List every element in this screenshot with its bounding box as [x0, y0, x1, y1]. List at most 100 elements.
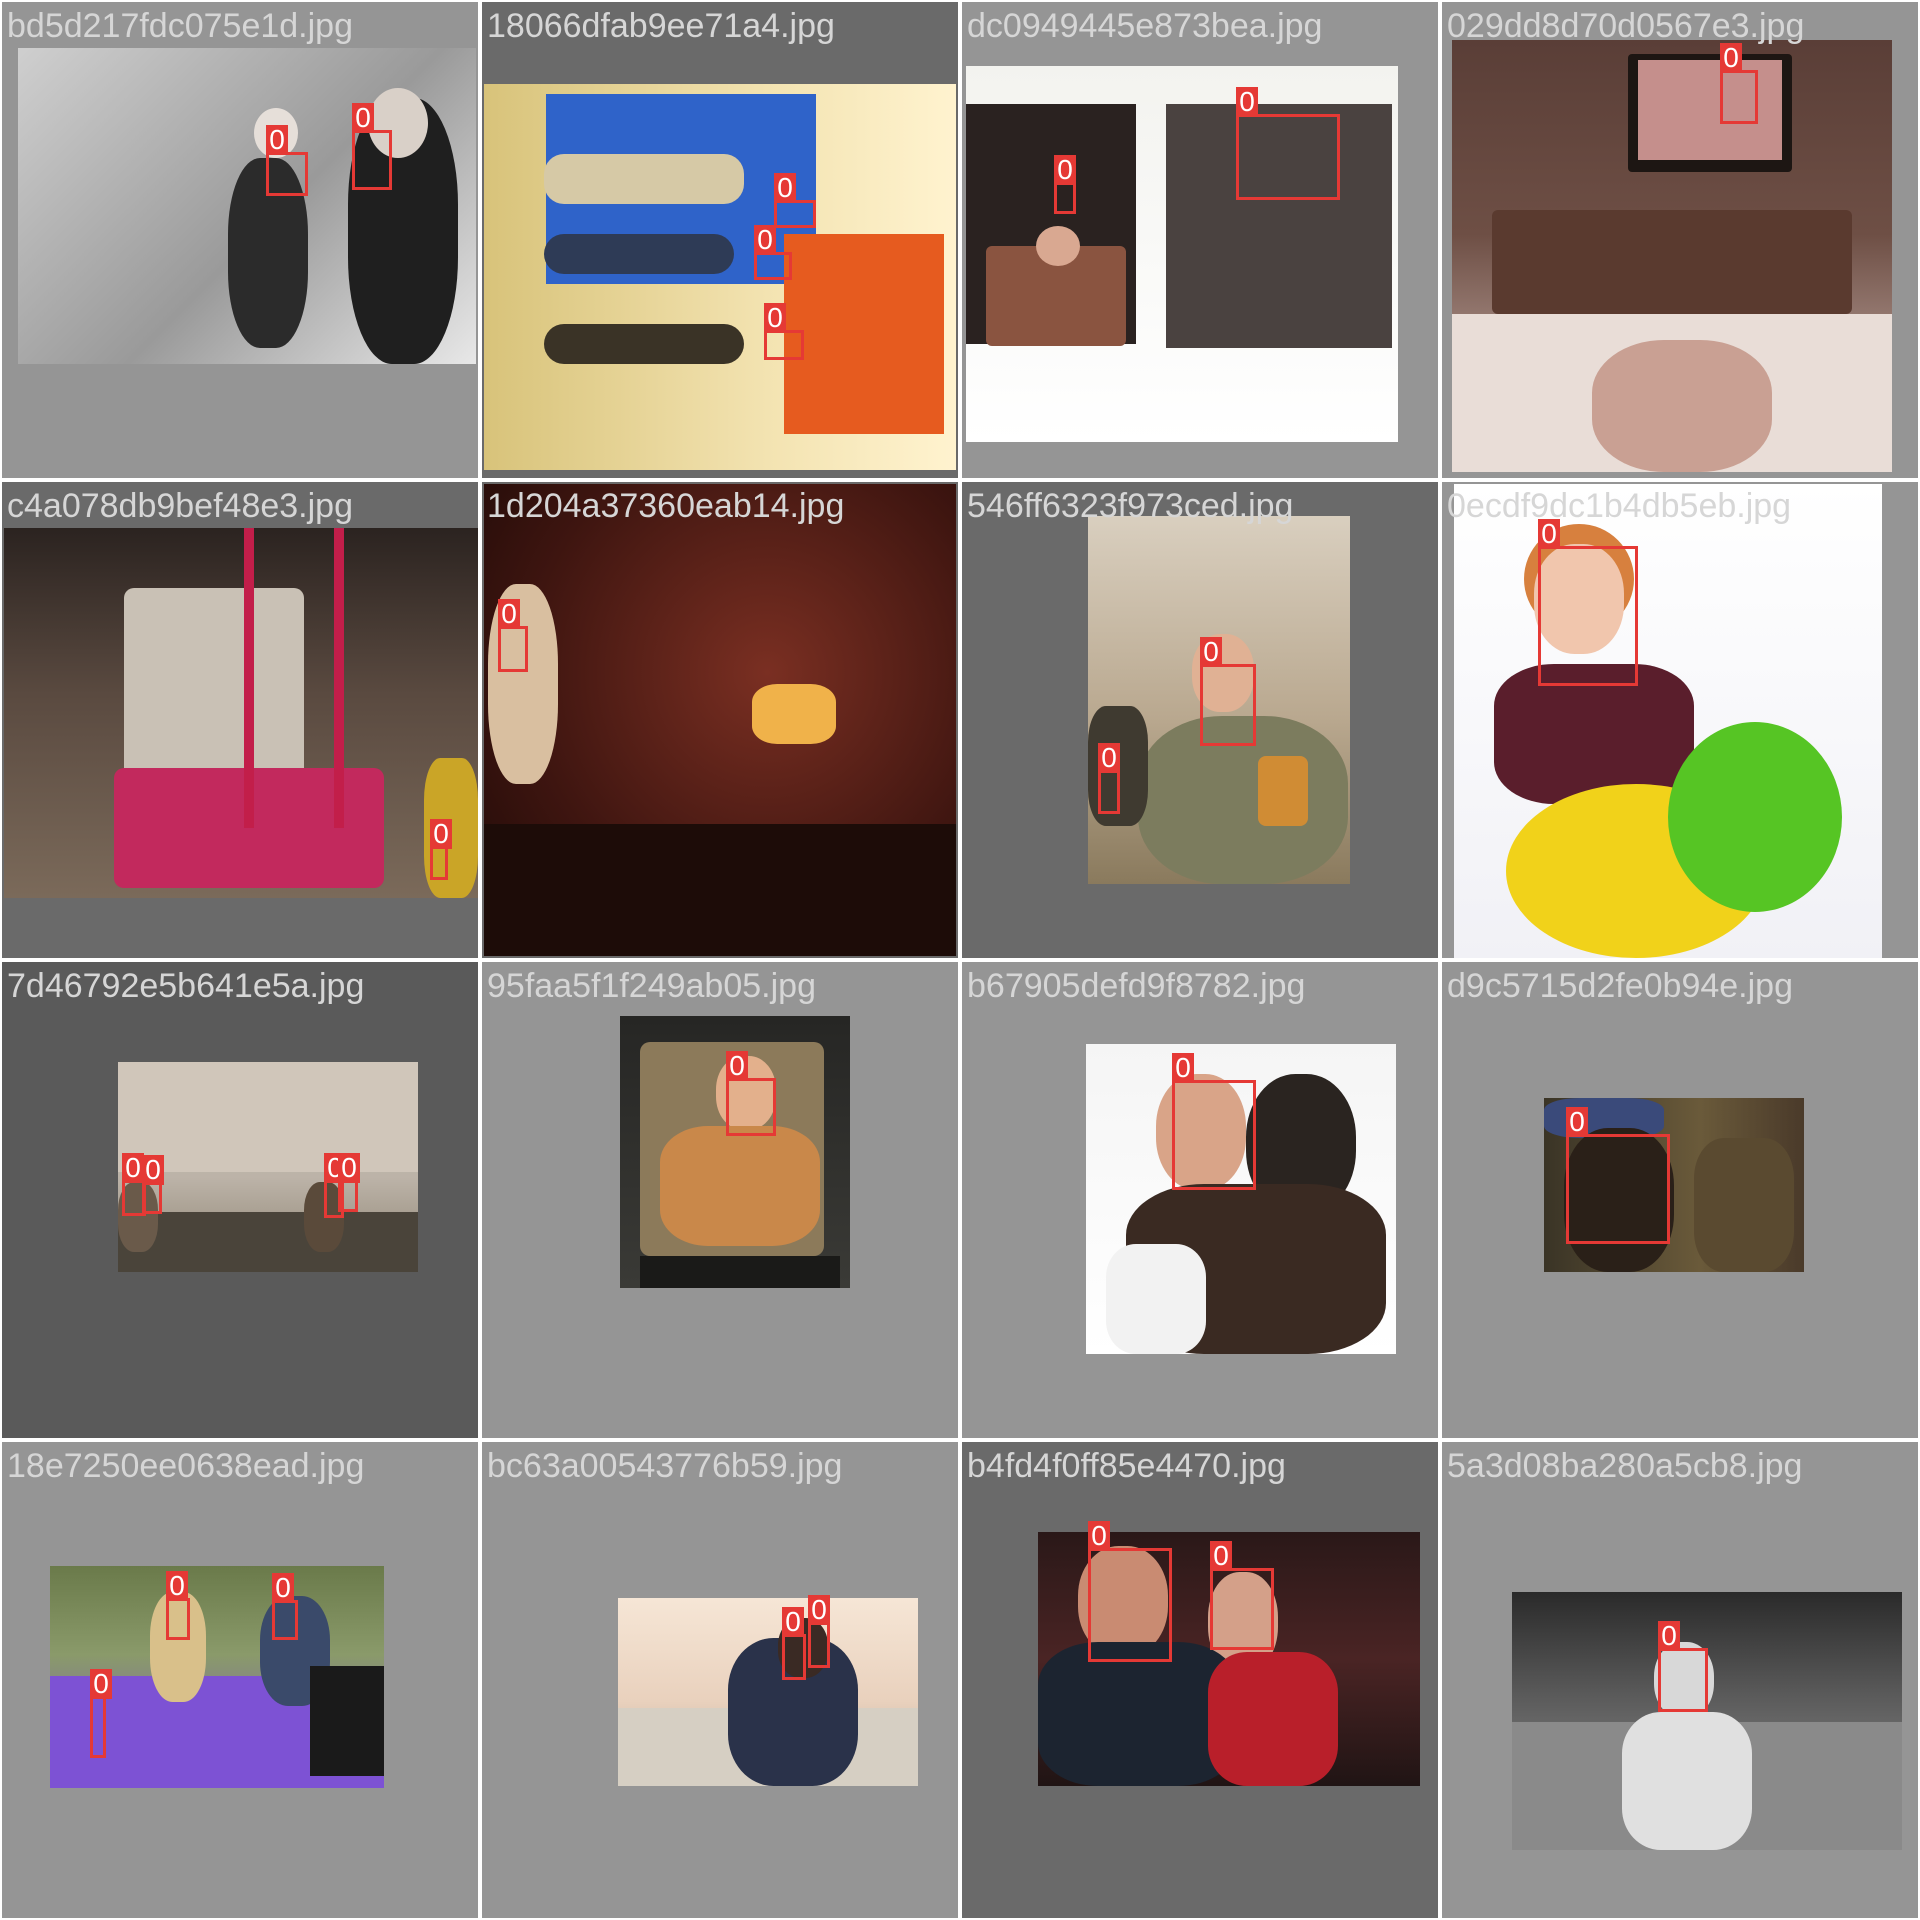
filename-label: bd5d217fdc075e1d.jpg — [7, 7, 353, 45]
class-label-badge: 0 — [430, 819, 452, 849]
image-tile: 0 0 bd5d217fdc075e1d.jpg — [2, 2, 478, 478]
photo-shape — [334, 528, 344, 828]
face-bounding-box: 0 — [1538, 519, 1638, 686]
class-label-badge: 0 — [1098, 743, 1120, 773]
photo-shape — [1036, 226, 1080, 266]
class-label-badge: 0 — [272, 1573, 294, 1603]
face-bounding-box: 0 — [1088, 1521, 1172, 1662]
class-label-badge: 0 — [726, 1051, 748, 1081]
face-bounding-box: 0 — [808, 1595, 830, 1668]
image-mosaic-grid: 0 0 bd5d217fdc075e1d.jpg 0 0 0 18066dfab9ee71a… — [0, 0, 1920, 1920]
face-bounding-box: 0 — [764, 303, 804, 360]
class-label-badge: 0 — [142, 1155, 164, 1185]
face-bounding-box: 0 — [430, 819, 452, 880]
photo — [618, 1598, 918, 1786]
class-label-badge: 0 — [782, 1607, 804, 1637]
class-label-badge: 0 — [1172, 1053, 1194, 1083]
face-bounding-box: 0 — [754, 225, 792, 280]
photo — [1512, 1592, 1902, 1850]
photo — [484, 84, 956, 470]
class-label-badge: 0 — [808, 1595, 830, 1625]
face-bounding-box: 0 — [1566, 1107, 1670, 1244]
photo-shape — [784, 234, 944, 434]
photo-shape — [118, 1212, 418, 1272]
face-bounding-box: 0 — [1210, 1541, 1274, 1650]
class-label-badge: 0 — [1210, 1541, 1232, 1571]
photo-shape — [1258, 756, 1308, 826]
face-bounding-box: 0 — [1172, 1053, 1256, 1190]
photo-shape — [1638, 60, 1782, 160]
image-tile: 0 5a3d08ba280a5cb8.jpg — [1442, 1442, 1918, 1918]
face-bounding-box: 0 — [338, 1153, 360, 1212]
photo-shape — [752, 684, 836, 744]
face-bounding-box: 0 — [1098, 743, 1120, 814]
face-bounding-box: 0 — [90, 1669, 112, 1758]
face-bounding-box: 0 — [266, 125, 308, 196]
class-label-badge: 0 — [266, 125, 288, 155]
photo — [1454, 484, 1882, 958]
photo-shape — [544, 324, 744, 364]
class-label-badge: 0 — [1088, 1521, 1110, 1551]
image-tile: 0 1d204a37360eab14.jpg — [482, 482, 958, 958]
filename-label: b4fd4f0ff85e4470.jpg — [967, 1447, 1286, 1485]
face-bounding-box: 0 — [272, 1573, 298, 1640]
image-tile: 0 029dd8d70d0567e3.jpg — [1442, 2, 1918, 478]
face-bounding-box: 0 — [352, 103, 392, 190]
class-label-badge: 0 — [90, 1669, 112, 1699]
filename-label: 0ecdf9dc1b4db5eb.jpg — [1447, 487, 1792, 525]
image-tile: 0 0 0 0 7d46792e5b641e5a.jpg — [2, 962, 478, 1438]
photo-shape — [640, 1256, 840, 1288]
class-label-badge: 0 — [166, 1571, 188, 1601]
photo — [484, 484, 956, 956]
class-label-badge: 0 — [338, 1153, 360, 1183]
photo-shape — [544, 154, 744, 204]
photo-shape — [1106, 1244, 1206, 1354]
class-label-badge: 0 — [764, 303, 786, 333]
filename-label: c4a078db9bef48e3.jpg — [7, 487, 353, 525]
image-tile: 0 0 b4fd4f0ff85e4470.jpg — [962, 1442, 1438, 1918]
class-label-badge: 0 — [122, 1153, 144, 1183]
class-label-badge: 0 — [774, 173, 796, 203]
photo-shape — [1694, 1138, 1794, 1272]
photo-shape — [544, 234, 734, 274]
image-tile: 0 0 dc0949445e873bea.jpg — [962, 2, 1438, 478]
face-bounding-box: 0 — [1200, 637, 1256, 746]
face-bounding-box: 0 — [1658, 1621, 1708, 1712]
photo-shape — [484, 824, 956, 956]
face-bounding-box: 0 — [782, 1607, 806, 1680]
image-tile: 0 95faa5f1f249ab05.jpg — [482, 962, 958, 1438]
filename-label: 5a3d08ba280a5cb8.jpg — [1447, 1447, 1803, 1485]
filename-label: 18066dfab9ee71a4.jpg — [487, 7, 835, 45]
photo-shape — [1492, 210, 1852, 314]
photo-shape — [310, 1666, 384, 1776]
photo-shape — [1668, 722, 1842, 912]
filename-label: 1d204a37360eab14.jpg — [487, 487, 845, 525]
photo-shape — [244, 528, 254, 828]
filename-label: dc0949445e873bea.jpg — [967, 7, 1323, 45]
face-bounding-box: 0 — [498, 599, 528, 672]
class-label-badge: 0 — [1054, 155, 1076, 185]
class-label-badge: 0 — [1658, 1621, 1680, 1651]
filename-label: bc63a00543776b59.jpg — [487, 1447, 843, 1485]
image-tile: 0 0 0 18e7250ee0638ead.jpg — [2, 1442, 478, 1918]
filename-label: 18e7250ee0638ead.jpg — [7, 1447, 365, 1485]
class-label-badge: 0 — [754, 225, 776, 255]
image-tile: 0 0 546ff6323f973ced.jpg — [962, 482, 1438, 958]
image-tile: 0 d9c5715d2fe0b94e.jpg — [1442, 962, 1918, 1438]
image-tile: 0 c4a078db9bef48e3.jpg — [2, 482, 478, 958]
filename-label: 546ff6323f973ced.jpg — [967, 487, 1294, 525]
face-bounding-box: 0 — [1720, 43, 1758, 124]
image-tile: 0 0 bc63a00543776b59.jpg — [482, 1442, 958, 1918]
photo-shape — [1592, 340, 1772, 472]
photo-shape — [1622, 1712, 1752, 1850]
photo — [1452, 40, 1892, 472]
filename-label: d9c5715d2fe0b94e.jpg — [1447, 967, 1793, 1005]
class-label-badge: 0 — [1720, 43, 1742, 73]
filename-label: 029dd8d70d0567e3.jpg — [1447, 7, 1805, 45]
class-label-badge: 0 — [352, 103, 374, 133]
face-bounding-box: 0 — [774, 173, 816, 228]
face-bounding-box: 0 — [1236, 87, 1340, 200]
filename-label: b67905defd9f8782.jpg — [967, 967, 1306, 1005]
photo — [4, 528, 478, 898]
class-label-badge: 0 — [1200, 637, 1222, 667]
